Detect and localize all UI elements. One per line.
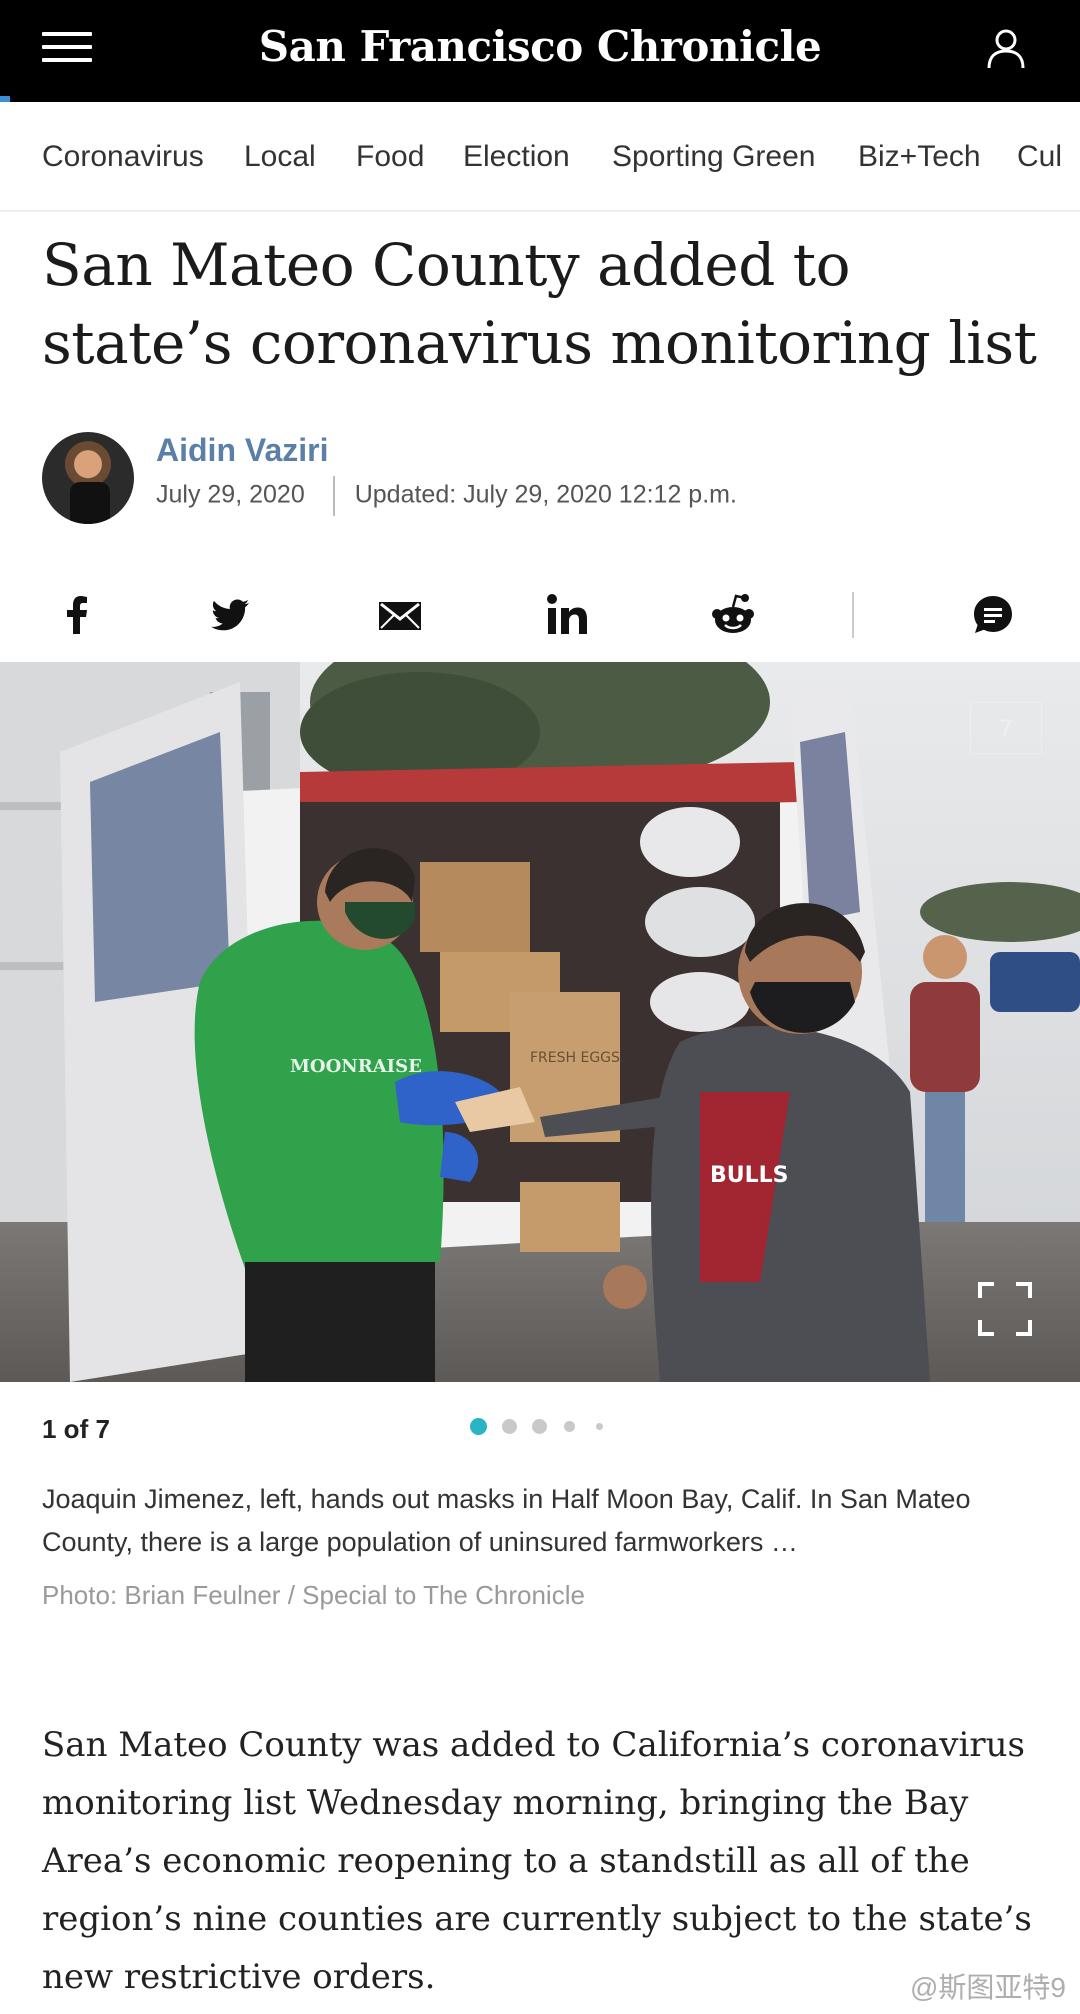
- article-paragraph: San Mateo County was added to California…: [42, 1725, 1032, 1997]
- comments-icon[interactable]: [968, 590, 1018, 640]
- linkedin-icon[interactable]: [543, 590, 593, 640]
- site-logo[interactable]: San Francisco Chronicle: [0, 22, 1080, 71]
- photo-credit: Photo: Brian Feulner / Special to The Ch…: [42, 1580, 585, 1610]
- gallery-dot[interactable]: [502, 1419, 517, 1434]
- share-bar: [0, 580, 1080, 650]
- facebook-icon[interactable]: [52, 590, 102, 640]
- article-dates: July 29, 2020 Updated: July 29, 2020 12:1…: [156, 476, 737, 516]
- date-divider: [332, 476, 335, 516]
- nav-item-local[interactable]: Local: [244, 140, 316, 174]
- nav-item-coronavirus[interactable]: Coronavirus: [42, 140, 204, 174]
- email-icon[interactable]: [375, 590, 425, 640]
- updated-date: Updated: July 29, 2020 12:12 p.m.: [354, 480, 737, 509]
- gallery-photo[interactable]: FRESH EGGS MOONRAISE BULLS 7: [0, 662, 1080, 1382]
- user-icon[interactable]: [984, 26, 1028, 70]
- gallery-dot[interactable]: [564, 1421, 575, 1432]
- fullscreen-expand-icon[interactable]: [978, 1282, 1032, 1336]
- shirt-text: BULLS: [710, 1163, 789, 1188]
- share-divider: [852, 592, 854, 638]
- photo-caption: Joaquin Jimenez, left, hands out masks i…: [42, 1484, 971, 1557]
- reddit-icon[interactable]: [708, 590, 758, 640]
- top-bar: San Francisco Chronicle: [0, 0, 1080, 102]
- author-avatar[interactable]: [42, 432, 134, 524]
- nav-item-biz-tech[interactable]: Biz+Tech: [858, 140, 981, 174]
- gallery-dot[interactable]: [532, 1419, 547, 1434]
- box-label: FRESH EGGS: [530, 1050, 620, 1066]
- gallery-counter: 1 of 7: [42, 1414, 110, 1444]
- gallery-dot[interactable]: [596, 1423, 603, 1430]
- nav-item-election[interactable]: Election: [463, 140, 570, 174]
- author-name[interactable]: Aidin Vaziri: [156, 432, 328, 469]
- publish-date: July 29, 2020: [156, 480, 305, 509]
- watermark: @斯图亚特9: [910, 1972, 1066, 2003]
- article-headline: San Mateo County added to state’s corona…: [42, 231, 1037, 377]
- nav-item-food[interactable]: Food: [356, 140, 424, 174]
- photo-count-overlay: 7: [970, 702, 1042, 754]
- twitter-icon[interactable]: [205, 590, 255, 640]
- sweatshirt-text: MOONRAISE: [290, 1056, 422, 1077]
- gallery-dot-active[interactable]: [470, 1418, 487, 1435]
- nav-item-sporting-green[interactable]: Sporting Green: [612, 140, 815, 174]
- photo-illustration: FRESH EGGS MOONRAISE BULLS: [0, 662, 1080, 1382]
- section-nav: Coronavirus Local Food Election Sporting…: [0, 102, 1080, 212]
- nav-item-culture[interactable]: Cul: [1017, 140, 1062, 174]
